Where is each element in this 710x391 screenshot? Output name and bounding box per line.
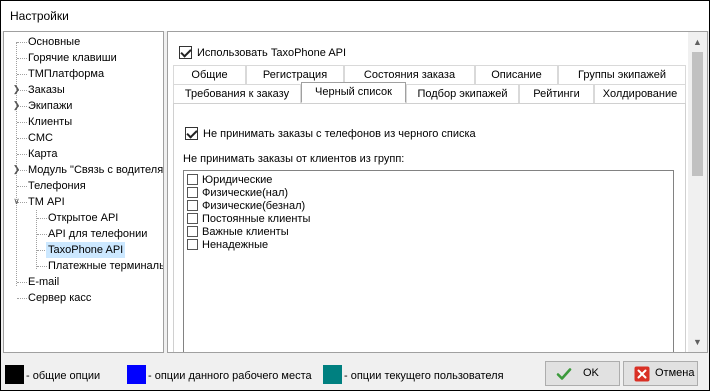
ok-label: OK [583, 367, 599, 379]
legend-user-text: - опции текущего пользователя [344, 370, 504, 382]
tab-ratings[interactable]: Рейтинги [519, 84, 594, 103]
cancel-label: Отмена [655, 367, 695, 379]
tree-item-label: Клиенты [28, 116, 73, 128]
chevron-down-icon[interactable]: ∨ [12, 197, 21, 206]
tree-item-label: TaxoPhone API [46, 242, 126, 258]
legend-swatch-workplace [127, 365, 146, 384]
tab-crew-groups[interactable]: Группы экипажей [558, 65, 686, 84]
legend-common-text: - общие опции [26, 370, 101, 382]
block-blacklist-label: Не принимать заказы с телефонов из черно… [203, 128, 476, 140]
checkbox-icon[interactable] [187, 187, 198, 198]
group-label: Важные клиенты [202, 226, 289, 238]
client-groups-list[interactable]: Юридические Физические(нал) Физические(б… [183, 170, 674, 352]
tree-item-label: Модуль "Связь с водителя [28, 164, 164, 176]
scroll-down-icon[interactable]: ▼ [688, 334, 707, 351]
scrollbar-thumb[interactable] [692, 52, 703, 176]
tab-label: Подбор экипажей [417, 88, 508, 100]
blacklist-panel: Не принимать заказы с телефонов из черно… [173, 103, 686, 352]
settings-window: Настройки ❯ ❯ ❯ ∨ Основные Горячие клави… [0, 0, 710, 391]
tree-item-label: API для телефонии [48, 228, 148, 240]
group-label: Постоянные клиенты [202, 213, 311, 225]
tab-label: Состояния заказа [363, 69, 456, 81]
tree-item-label: Сервер касс [28, 292, 92, 304]
tree-item-label: Основные [28, 36, 81, 48]
tab-general[interactable]: Общие [173, 65, 246, 84]
tab-label: Черный список [315, 86, 392, 98]
tree-item-label: E-mail [28, 276, 60, 288]
tab-label: Рейтинги [533, 88, 580, 100]
close-icon [634, 366, 650, 382]
checkbox-icon[interactable] [187, 239, 198, 250]
settings-content: Использовать TaxoPhone API Общие Регистр… [167, 31, 708, 353]
chevron-right-icon[interactable]: ❯ [12, 85, 21, 94]
checkmark-icon [556, 368, 572, 380]
tab-label: Регистрация [262, 69, 328, 81]
group-label: Физические(нал) [202, 187, 289, 199]
title-bar: Настройки [1, 1, 709, 31]
group-label: Ненадежные [202, 239, 269, 251]
tab-description[interactable]: Описание [475, 65, 558, 84]
tab-label: Группы экипажей [578, 69, 666, 81]
tab-label: Описание [491, 69, 542, 81]
tab-blacklist[interactable]: Черный список [301, 82, 406, 103]
tree-item-label: Платежные терминалы [48, 260, 164, 272]
checkbox-checked-icon[interactable] [179, 46, 192, 59]
checkbox-icon[interactable] [187, 200, 198, 211]
scroll-up-icon[interactable]: ▲ [688, 34, 707, 51]
chevron-right-icon[interactable]: ❯ [12, 165, 21, 174]
chevron-right-icon[interactable]: ❯ [12, 101, 21, 110]
window-title: Настройки [10, 9, 69, 23]
group-label: Физические(безнал) [202, 200, 306, 212]
tree-item-label: Карта [28, 148, 58, 160]
tab-label: Общие [191, 69, 228, 81]
tree-item-label: ТМ API [28, 196, 65, 208]
ok-button[interactable]: OK [545, 361, 620, 386]
settings-tree[interactable]: ❯ ❯ ❯ ∨ Основные Горячие клавиши ТМПлатф… [3, 31, 164, 353]
checkbox-icon[interactable] [187, 174, 198, 185]
checkbox-icon[interactable] [187, 213, 198, 224]
checkbox-checked-icon[interactable] [185, 127, 198, 140]
tab-order-requirements[interactable]: Требования к заказу [173, 84, 301, 103]
tree-item-label: Заказы [28, 84, 65, 96]
tab-holding[interactable]: Холдирование [594, 84, 686, 103]
groups-label: Не принимать заказы от клиентов из групп… [183, 153, 405, 165]
tab-crew-selection[interactable]: Подбор экипажей [406, 84, 519, 103]
tree-item-label: СМС [28, 132, 53, 144]
group-label: Юридические [202, 174, 273, 186]
tree-item-label: Открытое API [48, 212, 119, 224]
legend-swatch-common [5, 365, 24, 384]
legend-workplace-text: - опции данного рабочего места [148, 370, 312, 382]
tab-label: Требования к заказу [184, 88, 290, 100]
vertical-scrollbar[interactable]: ▲ ▼ [688, 32, 707, 352]
tree-item-label: Телефония [28, 180, 86, 192]
use-taxophone-api-label: Использовать TaxoPhone API [197, 47, 347, 59]
tree-item-label: ТМПлатформа [28, 68, 105, 80]
cancel-button[interactable]: Отмена [623, 361, 698, 386]
checkbox-icon[interactable] [187, 226, 198, 237]
tab-label: Холдирование [602, 88, 678, 100]
tree-item-label: Горячие клавиши [28, 52, 117, 64]
legend-swatch-user [323, 365, 342, 384]
tree-item-label: Экипажи [28, 100, 73, 112]
